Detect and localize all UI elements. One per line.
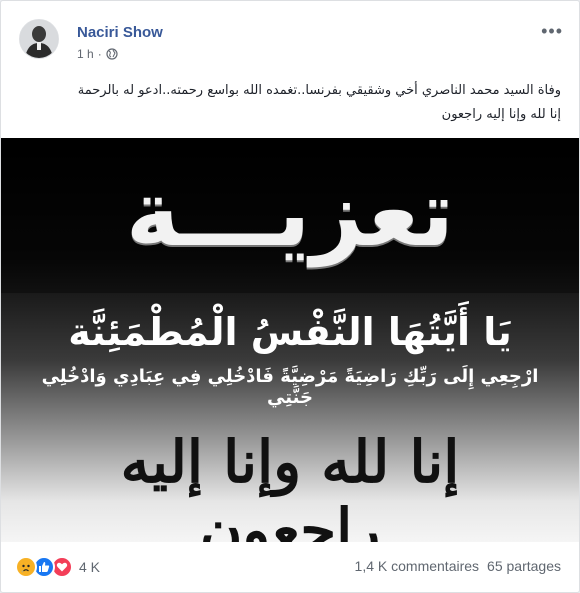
globe-icon[interactable] xyxy=(106,48,118,60)
photo-verse-sub: ارْجِعِي إِلَى رَبِّكِ رَاضِيَةً مَرْضِي… xyxy=(41,366,539,408)
photo-calligraphy: إنا لله وإنا إليه راجعون xyxy=(120,428,461,542)
post-meta: 1 h · xyxy=(77,47,118,61)
photo-title: تعزيـــة xyxy=(125,160,456,267)
post-time[interactable]: 1 h xyxy=(77,47,94,61)
post-card: Naciri Show 1 h · ••• وفاة السيد محمد ال… xyxy=(0,0,580,593)
post-header: Naciri Show 1 h · ••• xyxy=(13,13,567,63)
post-text-line: إنا لله وإنا إليه راجعون xyxy=(441,107,561,122)
shares-count[interactable]: 65 partages xyxy=(487,558,561,574)
more-options-icon[interactable]: ••• xyxy=(541,21,563,42)
reaction-count[interactable]: 4 K xyxy=(79,559,100,575)
post-photo[interactable]: تعزيـــة يَا أَيَّتُهَا النَّفْسُ الْمُط… xyxy=(1,138,579,542)
avatar-image xyxy=(20,20,58,58)
avatar[interactable] xyxy=(19,19,59,59)
post-footer: 4 K 1,4 K commentaires 65 partages xyxy=(13,554,567,580)
post-text-line: وفاة السيد محمد الناصري أخي وشقيقي بفرنس… xyxy=(77,83,561,98)
meta-separator: · xyxy=(97,47,102,61)
photo-verse-main: يَا أَيَّتُهَا النَّفْسُ الْمُطْمَئِنَّة xyxy=(68,310,512,354)
author-name[interactable]: Naciri Show xyxy=(77,24,163,41)
comments-count[interactable]: 1,4 K commentaires xyxy=(355,558,480,574)
post-stats: 1,4 K commentaires 65 partages xyxy=(355,558,561,574)
reactions-summary[interactable]: 4 K xyxy=(15,556,100,578)
post-text: وفاة السيد محمد الناصري أخي وشقيقي بفرنس… xyxy=(13,79,561,127)
sad-icon[interactable] xyxy=(15,556,37,578)
